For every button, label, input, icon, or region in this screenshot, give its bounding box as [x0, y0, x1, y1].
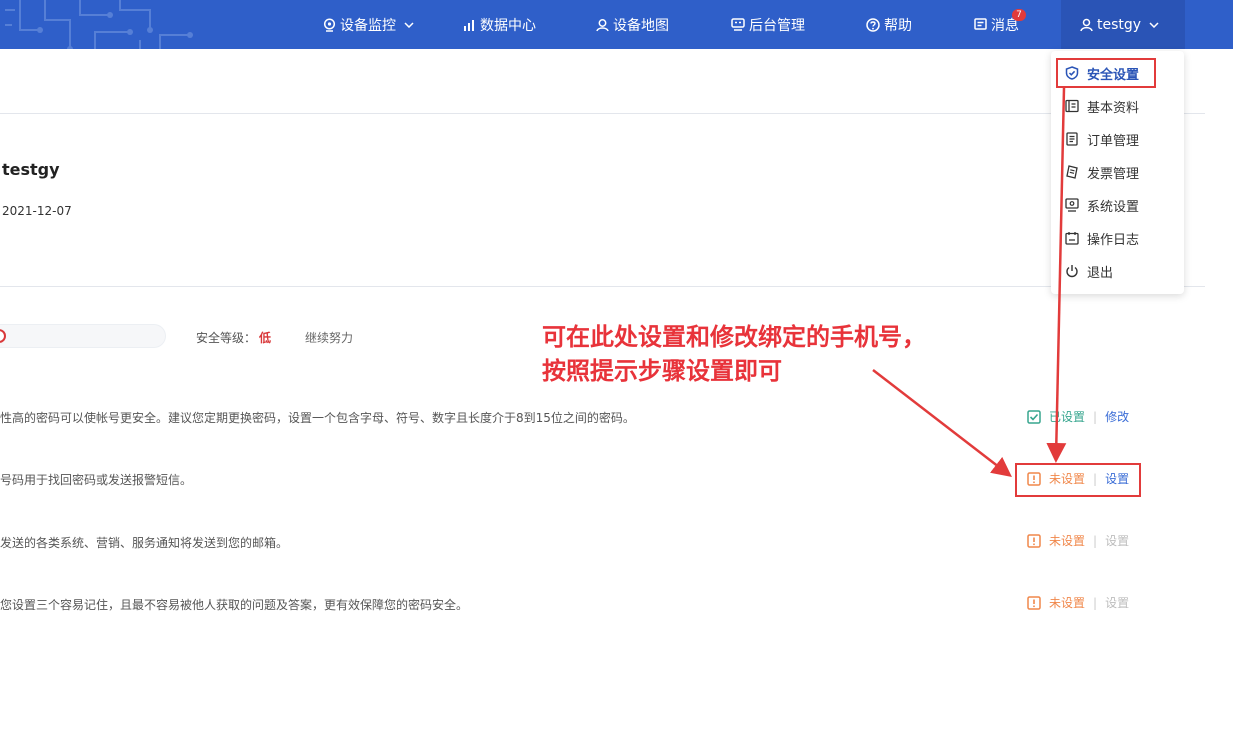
- menu-item-label: 退出: [1087, 265, 1114, 281]
- menu-item-logout[interactable]: 退出: [1065, 261, 1113, 281]
- menu-item-operation-log[interactable]: 操作日志: [1065, 228, 1139, 248]
- chevron-down-icon: [1149, 21, 1159, 28]
- menu-item-invoices[interactable]: 发票管理: [1065, 162, 1139, 182]
- map-pin-icon: [596, 18, 609, 31]
- menu-item-system-settings[interactable]: 系统设置: [1065, 195, 1139, 215]
- annotation-note: 可在此处设置和修改绑定的手机号，按照提示步骤设置即可: [542, 323, 926, 385]
- security-level-value: 低: [259, 331, 272, 345]
- warning-icon: [1027, 533, 1041, 548]
- id-card-icon: [1065, 99, 1079, 113]
- user-menu-trigger[interactable]: testgy: [1080, 0, 1159, 49]
- nav-device-monitor[interactable]: 设备监控: [323, 0, 414, 49]
- separator: |: [1093, 409, 1098, 424]
- profile-date: 2021-12-07: [2, 204, 72, 218]
- status-text: 已设置: [1049, 410, 1086, 424]
- menu-item-label: 系统设置: [1087, 199, 1140, 215]
- email-row-status: 未设置 | 设置: [1027, 532, 1129, 549]
- user-icon: [1080, 18, 1093, 31]
- power-icon: [1066, 265, 1078, 278]
- divider: [0, 113, 1205, 114]
- security-level-label: 安全等级：: [196, 331, 257, 345]
- highlight-box-security: [1056, 58, 1156, 88]
- question-row-status: 未设置 | 设置: [1027, 594, 1129, 611]
- chevron-down-icon: [404, 21, 414, 28]
- user-name: testgy: [1097, 16, 1142, 33]
- modify-password-link[interactable]: 修改: [1105, 408, 1129, 425]
- separator: |: [1093, 533, 1098, 548]
- question-row-desc: 您设置三个容易记住，且最不容易被他人获取的问题及答案，更有效保障您的密码安全。: [0, 598, 469, 612]
- menu-item-label: 操作日志: [1087, 232, 1140, 248]
- phone-row-desc: 号码用于找回密码或发送报警短信。: [0, 473, 193, 487]
- nav-label: 设备地图: [613, 17, 669, 34]
- nav-help[interactable]: 帮助: [866, 0, 912, 49]
- menu-item-profile[interactable]: 基本资料: [1065, 96, 1139, 116]
- status-text: 未设置: [1049, 534, 1086, 548]
- password-row-status: 已设置 | 修改: [1027, 408, 1129, 425]
- monitor-settings-icon: [1065, 198, 1079, 212]
- security-level-hint: 继续努力: [305, 331, 354, 345]
- highlight-box-phone-setting: [1015, 463, 1141, 497]
- message-count-badge: 7: [1012, 9, 1026, 21]
- top-nav-bar: 设备监控 数据中心 设备地图 后台管理 帮助 消息 7 testgy: [0, 0, 1233, 49]
- chart-icon: [464, 19, 474, 31]
- invoice-icon: [1066, 165, 1078, 179]
- security-level-meter: [0, 325, 165, 347]
- nav-label: 数据中心: [480, 17, 536, 34]
- password-row-desc: 性高的密码可以使帐号更安全。建议您定期更换密码，设置一个包含字母、符号、数字且长…: [0, 411, 635, 425]
- set-question-link[interactable]: 设置: [1105, 594, 1129, 611]
- status-text: 未设置: [1049, 596, 1086, 610]
- nav-device-map[interactable]: 设备地图: [596, 0, 669, 49]
- nav-label: 设备监控: [340, 17, 396, 34]
- circuit-pattern-icon: [5, 0, 193, 49]
- email-row-desc: 发送的各类系统、营销、服务通知将发送到您的邮箱。: [0, 536, 289, 550]
- divider: [0, 286, 1205, 287]
- checkbox-checked-icon: [1027, 409, 1041, 424]
- document-icon: [1066, 132, 1078, 146]
- monitor-icon: [731, 18, 745, 31]
- message-icon: [974, 18, 987, 30]
- calendar-icon: [1065, 232, 1079, 245]
- nav-messages[interactable]: 消息: [974, 0, 1019, 49]
- profile-username: testgy: [2, 160, 60, 179]
- menu-item-label: 基本资料: [1087, 100, 1140, 116]
- nav-label: 帮助: [884, 17, 912, 34]
- webcam-icon: [323, 17, 336, 32]
- nav-label: 后台管理: [749, 17, 805, 34]
- question-icon: [866, 17, 880, 32]
- separator: |: [1093, 595, 1098, 610]
- warning-icon: [1027, 595, 1041, 610]
- nav-admin[interactable]: 后台管理: [731, 0, 805, 49]
- nav-data-center[interactable]: 数据中心: [463, 0, 536, 49]
- menu-item-orders[interactable]: 订单管理: [1065, 129, 1139, 149]
- set-email-link[interactable]: 设置: [1105, 532, 1129, 549]
- menu-item-label: 发票管理: [1087, 166, 1140, 182]
- menu-item-label: 订单管理: [1087, 133, 1140, 149]
